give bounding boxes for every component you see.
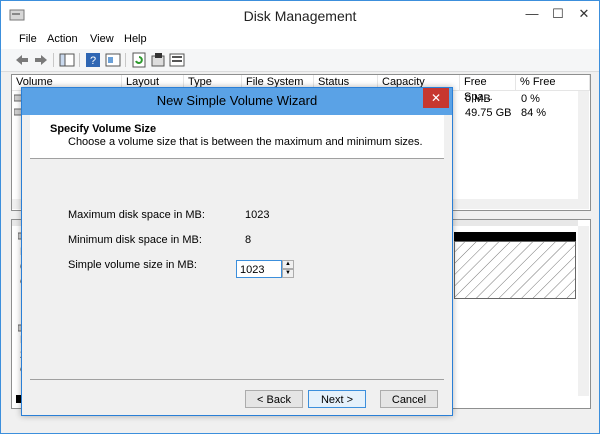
svg-text:?: ? [90,55,96,67]
max-disk-space-label: Maximum disk space in MB: [68,209,205,221]
row-2-percent-free: 84 % [521,107,547,119]
unallocated-partition-block[interactable] [454,241,576,299]
settings-icon[interactable] [169,52,185,68]
close-button[interactable]: ✕ [573,5,595,23]
cancel-button[interactable]: Cancel [380,390,438,408]
menu-bar: File Action View Help [1,31,599,49]
back-arrow-icon[interactable] [14,52,30,68]
volume-list-scrollbar[interactable] [578,91,589,209]
column-header-free-space[interactable]: Free Spa... [460,75,516,103]
graph-pane-scrollbar[interactable] [578,226,589,396]
wizard-header: Specify Volume Size Choose a volume size… [30,115,444,159]
forward-arrow-icon[interactable] [33,52,49,68]
dialog-title-bar: New Simple Volume Wizard ✕ [22,88,452,115]
volume-size-input[interactable]: 1023 [236,260,282,278]
minimize-button[interactable]: — [521,5,543,23]
row-1-percent-free: 0 % [521,93,540,105]
menu-view[interactable]: View [90,33,114,45]
min-disk-space-label: Minimum disk space in MB: [68,234,202,246]
wizard-subheading: Choose a volume size that is between the… [68,136,423,148]
max-disk-space-value: 1023 [245,209,270,221]
menu-help[interactable]: Help [124,33,147,45]
spin-up-button[interactable]: ▲ [282,260,294,269]
window-title: Disk Management [243,8,357,24]
new-simple-volume-wizard-dialog: New Simple Volume Wizard ✕ Specify Volum… [21,87,453,416]
toolbar-separator [79,53,80,67]
dialog-title: New Simple Volume Wizard [156,93,318,108]
row-2-free-space: 49.75 GB [465,107,512,119]
next-button[interactable]: Next > [308,390,366,408]
show-hide-tree-icon[interactable] [59,52,75,68]
properties-icon[interactable] [105,52,121,68]
partition-header-bar [454,232,576,241]
toolbar-separator [125,53,126,67]
column-header-percent-free[interactable]: % Free [516,75,590,90]
menu-action[interactable]: Action [47,33,78,45]
footer-divider [30,379,444,380]
volume-size-label: Simple volume size in MB: [68,259,197,271]
toolbar: ? [1,49,599,72]
help-icon[interactable]: ? [85,52,101,68]
dialog-close-button[interactable]: ✕ [423,88,449,108]
min-disk-space-value: 8 [245,234,252,246]
wizard-heading: Specify Volume Size [50,123,157,135]
toolbar-separator [53,53,54,67]
rescan-disks-icon[interactable] [150,52,166,68]
menu-file[interactable]: File [19,33,37,45]
maximize-button[interactable]: ☐ [547,5,569,23]
title-bar: Disk Management — ☐ ✕ [1,1,599,31]
row-1-free-space: 0 MB [465,93,491,105]
back-button[interactable]: < Back [245,390,303,408]
refresh-icon[interactable] [131,52,147,68]
volume-size-spinner: ▲ ▼ [282,260,294,278]
spin-down-button[interactable]: ▼ [282,269,294,278]
